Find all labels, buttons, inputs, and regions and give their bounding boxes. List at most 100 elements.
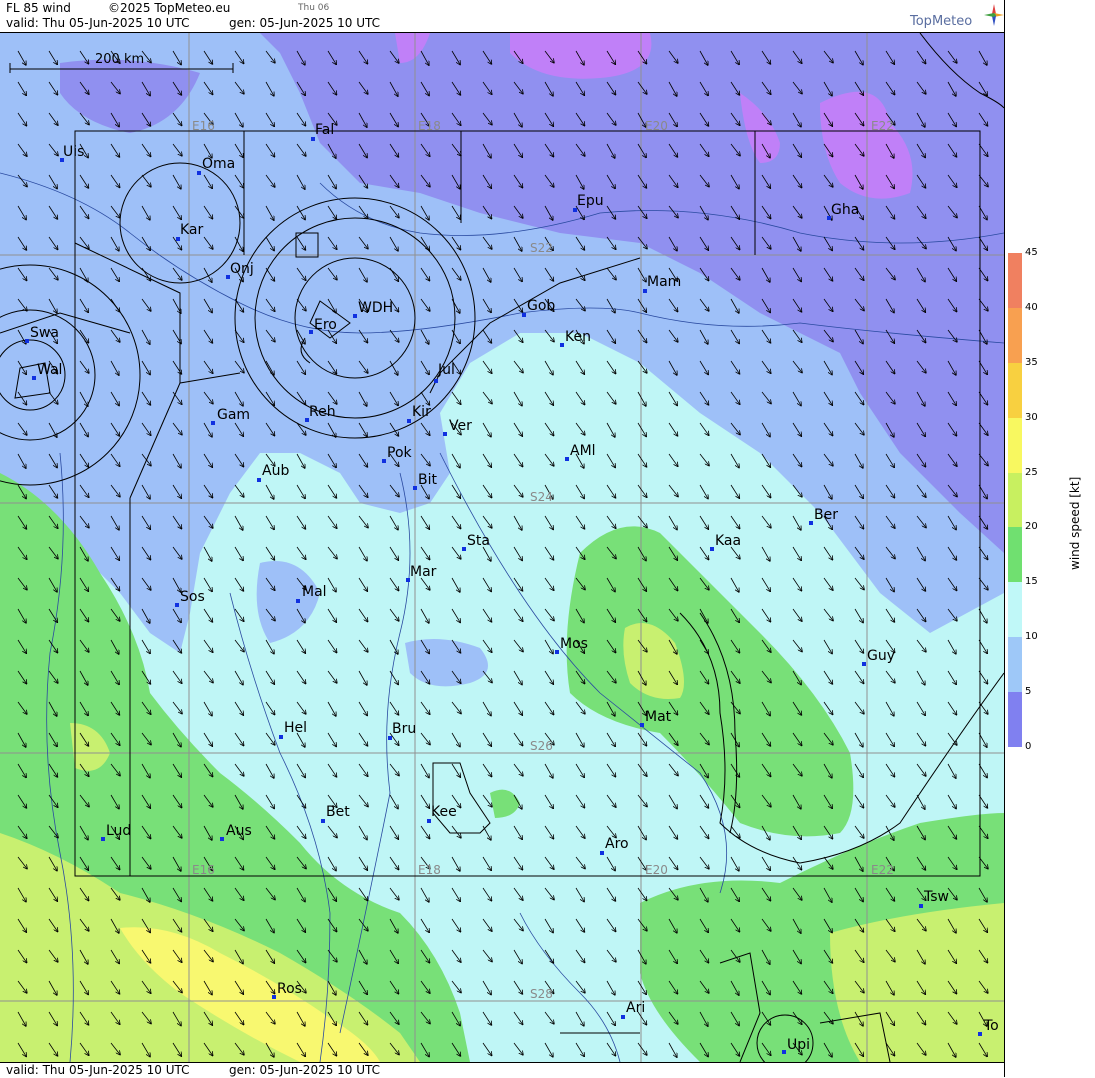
city-label[interactable]: Sos (180, 589, 205, 605)
colorbar-tick-label: 45 (1025, 247, 1038, 258)
city-label[interactable]: Hel (284, 720, 307, 736)
city-marker (809, 521, 813, 525)
city-label[interactable]: Reh (309, 404, 336, 420)
city-label[interactable]: To (984, 1018, 999, 1034)
grid-label-e20-top: E20 (645, 119, 668, 133)
colorbar-segment (1008, 472, 1022, 528)
city-label[interactable]: Ber (814, 507, 838, 523)
generated-time: gen: 05-Jun-2025 10 UTC (229, 16, 381, 30)
colorbar-title: wind speed [kt] (1068, 476, 1082, 570)
colorbar-segment (1008, 253, 1022, 309)
city-marker (522, 313, 526, 317)
city-marker (257, 478, 261, 482)
scale-bar-label: 200 km (95, 52, 145, 67)
grid-label-s22: S22 (530, 241, 553, 255)
city-marker (197, 171, 201, 175)
city-marker (211, 421, 215, 425)
city-marker (978, 1032, 982, 1036)
city-label[interactable]: Kaa (715, 533, 741, 549)
wind-field-svg (0, 33, 1004, 1062)
city-label[interactable]: Guy (867, 648, 895, 664)
city-label[interactable]: Uis (63, 144, 84, 160)
city-marker (782, 1050, 786, 1054)
city-label[interactable]: Mam (647, 274, 681, 290)
colorbar-tick-label: 15 (1025, 576, 1038, 588)
city-marker (555, 650, 559, 654)
city-label[interactable]: Ari (626, 1000, 645, 1016)
copyright-text: ©2025 TopMeteo.eu (108, 1, 231, 15)
header-bar: FL 85 wind ©2025 TopMeteo.eu Thu 06 vali… (0, 0, 1004, 33)
city-marker (413, 486, 417, 490)
wind-map[interactable]: 200 km E16 E18 E20 E22 E16 E18 E20 E22 S… (0, 33, 1004, 1062)
city-marker (353, 314, 357, 318)
footer-valid-time: valid: Thu 05-Jun-2025 10 UTC (6, 1063, 190, 1077)
city-marker (101, 837, 105, 841)
city-label[interactable]: Fal (315, 122, 334, 138)
city-label[interactable]: Jul (438, 362, 455, 378)
city-label[interactable]: Kee (431, 804, 457, 820)
city-label[interactable]: Bit (418, 472, 437, 488)
colorbar-tick-label: 5 (1025, 686, 1032, 698)
city-label[interactable]: Aus (226, 823, 252, 839)
city-marker (434, 379, 438, 383)
city-label[interactable]: Pok (387, 445, 412, 461)
city-label[interactable]: Aro (605, 836, 629, 852)
city-label[interactable]: Sta (467, 533, 490, 549)
city-label[interactable]: Oma (202, 156, 235, 172)
city-marker (321, 819, 325, 823)
colorbar-segment (1008, 362, 1022, 419)
colorbar-segment (1008, 637, 1022, 693)
city-label[interactable]: Gob (527, 298, 555, 314)
city-label[interactable]: Onj (230, 261, 254, 277)
city-marker (462, 547, 466, 551)
city-label[interactable]: Ero (314, 317, 337, 333)
colorbar-tick-label: 30 (1025, 411, 1038, 423)
colorbar-segment (1008, 417, 1022, 474)
colorbar-segment (1008, 527, 1022, 583)
city-label[interactable]: Ros (277, 981, 302, 997)
city-label[interactable]: Wal (37, 362, 62, 378)
city-marker (640, 723, 644, 727)
city-marker (175, 603, 179, 607)
city-marker (621, 1015, 625, 1019)
city-label[interactable]: Ken (565, 329, 591, 345)
product-title: FL 85 wind (6, 1, 71, 15)
city-label[interactable]: Aub (262, 463, 289, 479)
grid-label-e16-bottom: E16 (192, 863, 215, 877)
city-label[interactable]: Ver (449, 418, 472, 434)
city-label[interactable]: Lud (106, 823, 131, 839)
city-marker (919, 904, 923, 908)
city-label[interactable]: Gha (831, 202, 859, 218)
city-label[interactable]: Mar (410, 564, 436, 580)
city-marker (272, 995, 276, 999)
city-label[interactable]: Bru (392, 721, 416, 737)
grid-label-e18-bottom: E18 (418, 863, 441, 877)
city-label[interactable]: Mal (302, 584, 327, 600)
city-marker (32, 376, 36, 380)
city-label[interactable]: Swa (30, 325, 59, 341)
city-label[interactable]: Kar (180, 222, 203, 238)
grid-label-e18-top: E18 (418, 119, 441, 133)
grid-label-s26: S26 (530, 739, 553, 753)
city-marker (565, 457, 569, 461)
colorbar-segment (1008, 692, 1022, 748)
city-label[interactable]: Epu (577, 193, 604, 209)
city-label[interactable]: Mos (560, 636, 588, 652)
colorbar-tick-label: 25 (1025, 466, 1038, 478)
city-label[interactable]: Kir (412, 404, 431, 420)
compass-icon (984, 4, 1004, 26)
day-label: Thu 06 (298, 3, 330, 13)
city-marker (296, 599, 300, 603)
grid-label-e16-top: E16 (192, 119, 215, 133)
colorbar-tick-label: 10 (1025, 631, 1038, 643)
city-label[interactable]: AMl (570, 443, 596, 459)
city-label[interactable]: WDH (358, 300, 393, 316)
city-label[interactable]: Upi (787, 1037, 810, 1053)
city-label[interactable]: Tsw (924, 889, 949, 905)
city-label[interactable]: Mat (645, 709, 671, 725)
city-label[interactable]: Bet (326, 804, 350, 820)
city-marker (862, 662, 866, 666)
city-label[interactable]: Gam (217, 407, 250, 423)
city-marker (407, 419, 411, 423)
colorbar-segment (1008, 307, 1022, 364)
